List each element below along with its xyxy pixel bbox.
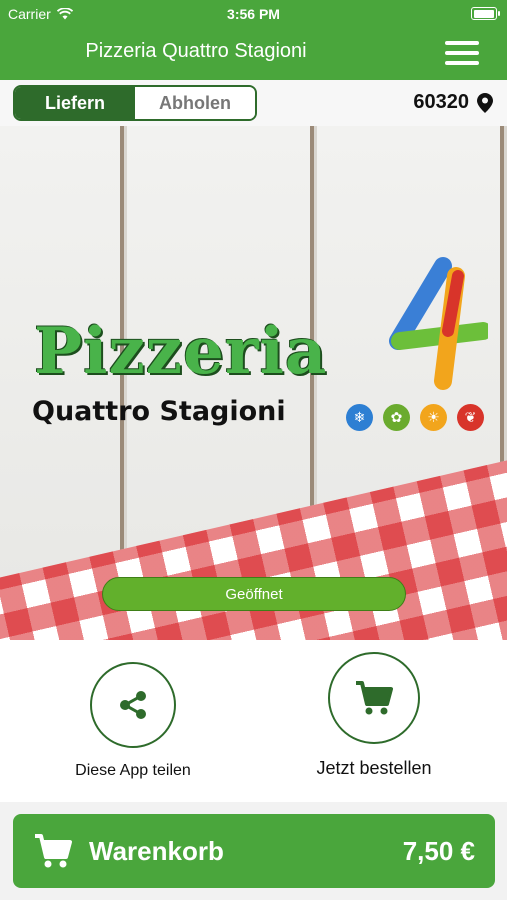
delivery-mode-toggle: Liefern Abholen bbox=[13, 85, 257, 121]
cart-icon bbox=[356, 681, 393, 715]
hamburger-menu-icon[interactable] bbox=[445, 41, 479, 65]
cart-total: 7,50 € bbox=[402, 835, 475, 866]
cart-label: Warenkorb bbox=[89, 835, 224, 866]
cart-icon bbox=[35, 834, 72, 868]
share-app-label: Diese App teilen bbox=[75, 762, 191, 779]
status-bar: Carrier 3:56 PM bbox=[0, 0, 507, 28]
map-pin-icon bbox=[477, 92, 493, 113]
leaf-icon: ❦ bbox=[457, 404, 484, 431]
flower-icon: ✿ bbox=[383, 404, 410, 431]
share-icon bbox=[120, 691, 146, 719]
order-now-label: Jetzt bestellen bbox=[316, 758, 432, 778]
hero-banner: Pizzeria Quattro Stagioni ❄ ✿ ☀ ❦ Geöffn… bbox=[0, 126, 507, 640]
sun-icon: ☀ bbox=[420, 404, 447, 431]
snowflake-icon: ❄ bbox=[346, 404, 373, 431]
cart-button[interactable]: Warenkorb 7,50 € bbox=[13, 814, 495, 888]
tab-abholen[interactable]: Abholen bbox=[135, 87, 255, 119]
logo-quattro-stagioni-text: Quattro Stagioni bbox=[32, 396, 286, 427]
battery-icon bbox=[471, 7, 500, 20]
logo-pizzeria-text: Pizzeria bbox=[34, 314, 328, 389]
status-time: 3:56 PM bbox=[227, 6, 280, 22]
location-selector[interactable]: 60320 bbox=[413, 91, 493, 114]
action-panel: Diese App teilen Jetzt bestellen bbox=[0, 640, 507, 802]
logo-number-four-icon bbox=[389, 257, 488, 390]
order-button-circle bbox=[328, 652, 420, 744]
open-status-badge: Geöffnet bbox=[102, 577, 406, 611]
page-title: Pizzeria Quattro Stagioni bbox=[85, 40, 307, 62]
order-now-button[interactable]: Jetzt bestellen bbox=[279, 652, 469, 779]
order-options-bar: Liefern Abholen 60320 bbox=[0, 80, 507, 126]
share-button-circle bbox=[90, 662, 176, 748]
navigation-bar: Pizzeria Quattro Stagioni bbox=[0, 28, 507, 80]
tab-liefern[interactable]: Liefern bbox=[15, 87, 135, 119]
season-icons: ❄ ✿ ☀ ❦ bbox=[346, 404, 484, 431]
share-app-button[interactable]: Diese App teilen bbox=[38, 662, 228, 780]
postcode-label: 60320 bbox=[413, 91, 469, 113]
